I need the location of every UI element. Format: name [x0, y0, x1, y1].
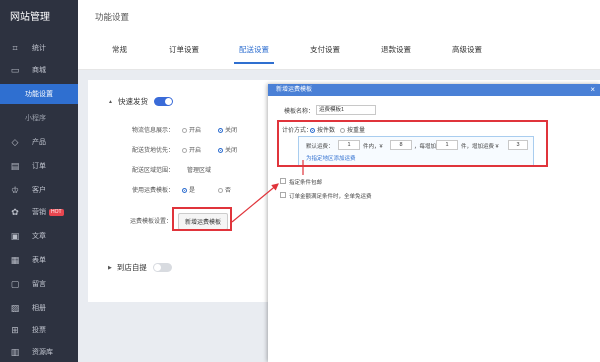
use-template-label: 使用运费模板：	[132, 188, 175, 194]
sidebar-item-stats[interactable]: ⌗ 统计	[0, 38, 78, 58]
order-icon: ▤	[10, 160, 20, 171]
logistics-display-label: 物流信息展示：	[132, 128, 175, 134]
vote-icon: ⊞	[11, 324, 19, 335]
customer-icon: ♔	[10, 184, 20, 195]
sidebar-item-resource[interactable]: ▥ 资源库	[0, 342, 78, 362]
order-condition-checkbox[interactable]	[280, 192, 286, 198]
sidebar-item-customer[interactable]: ♔ 客户	[0, 180, 78, 200]
express-section-header: ▲ 快速发货	[108, 96, 173, 107]
logistics-display-on[interactable]: 开启	[182, 125, 201, 134]
store-icon: ▭	[10, 64, 20, 75]
use-template-yes[interactable]: 是	[182, 185, 195, 194]
template-name-input[interactable]: 运费模板1	[316, 105, 376, 115]
order-condition-label: 订单金额满足条件时，全单免运费	[289, 194, 372, 200]
sidebar-title: 网站管理	[10, 12, 50, 23]
template-settings-label: 运费模板设置：	[130, 219, 173, 225]
pickup-section-header: ▶ 到店自提	[108, 262, 172, 273]
form-icon: ▦	[10, 254, 20, 265]
tab-payment-settings[interactable]: 支付设置	[310, 44, 340, 55]
article-icon: ▣	[10, 230, 20, 241]
pickup-toggle[interactable]	[152, 263, 172, 272]
highlight-box-add-button	[172, 207, 232, 231]
sidebar-item-message[interactable]: ▢ 留言	[0, 274, 78, 294]
tab-general[interactable]: 常规	[112, 44, 127, 55]
delivery-range-value: 管理区域	[187, 168, 212, 174]
sidebar-item-miniprogram[interactable]: 小程序	[0, 108, 78, 128]
delivery-priority-on[interactable]: 开启	[182, 145, 201, 154]
sidebar-item-product[interactable]: ◇ 产品	[0, 132, 78, 152]
logistics-display-off[interactable]: 关闭	[218, 125, 237, 134]
marketing-icon: ✿	[11, 206, 19, 217]
sidebar-item-album[interactable]: ▨ 相册	[0, 298, 78, 318]
express-toggle[interactable]	[153, 97, 173, 106]
dialog-header: 新增运费模板 ×	[268, 84, 600, 96]
radio-icon	[218, 187, 223, 193]
delivery-priority-off[interactable]: 关闭	[218, 145, 237, 154]
express-title: 快速发货	[117, 97, 148, 106]
tab-advanced-settings[interactable]: 高级设置	[452, 44, 482, 55]
free-shipping-label: 指定条件包邮	[289, 180, 323, 186]
radio-checked-icon	[218, 147, 223, 153]
sidebar: 网站管理 ⌗ 统计 ▭ 商城 功能设置 小程序 ◇ 产品 ▤ 订单 ♔ 客户 ✿ 营销 HOT…	[0, 0, 78, 362]
use-template-no[interactable]: 否	[218, 185, 231, 194]
hot-badge: HOT	[49, 208, 64, 216]
delivery-priority-label: 配送货地优先：	[132, 148, 175, 154]
highlight-box-pricing	[277, 120, 548, 167]
tab-refund-settings[interactable]: 退款设置	[381, 44, 411, 55]
sidebar-item-form[interactable]: ▦ 表单	[0, 250, 78, 270]
sidebar-item-vote[interactable]: ⊞ 投票	[0, 320, 78, 340]
pickup-title: 到店自提	[116, 263, 147, 272]
tab-order-settings[interactable]: 订单设置	[169, 44, 199, 55]
radio-checked-icon	[218, 127, 223, 133]
expand-triangle-icon[interactable]: ▲	[108, 99, 113, 105]
sidebar-item-marketing[interactable]: ✿ 营销 HOT	[0, 202, 78, 222]
page-title: 功能设置	[95, 12, 130, 22]
tab-delivery-settings[interactable]: 配送设置	[239, 44, 269, 55]
resource-icon: ▥	[10, 346, 20, 357]
close-icon[interactable]: ×	[590, 84, 595, 96]
dialog-title: 新增运费模板	[276, 87, 313, 93]
product-icon: ◇	[11, 136, 19, 147]
chart-icon: ⌗	[12, 42, 18, 53]
radio-icon	[182, 147, 187, 153]
free-shipping-checkbox[interactable]	[280, 178, 286, 184]
sidebar-item-function-settings[interactable]: 功能设置	[0, 84, 78, 104]
sidebar-item-store[interactable]: ▭ 商城	[0, 60, 78, 80]
album-icon: ▨	[10, 302, 20, 313]
template-name-label: 模板名称：	[284, 109, 315, 115]
delivery-range-label: 配送区域范围：	[132, 168, 175, 174]
sidebar-item-article[interactable]: ▣ 文章	[0, 226, 78, 246]
collapse-triangle-icon[interactable]: ▶	[108, 265, 112, 271]
radio-checked-icon	[182, 187, 187, 193]
page-header: 功能设置 常规 订单设置 配送设置 支付设置 退款设置 高级设置	[78, 0, 600, 70]
radio-icon	[182, 127, 187, 133]
sidebar-item-order[interactable]: ▤ 订单	[0, 156, 78, 176]
active-tab-indicator	[234, 62, 274, 64]
message-icon: ▢	[10, 278, 20, 289]
